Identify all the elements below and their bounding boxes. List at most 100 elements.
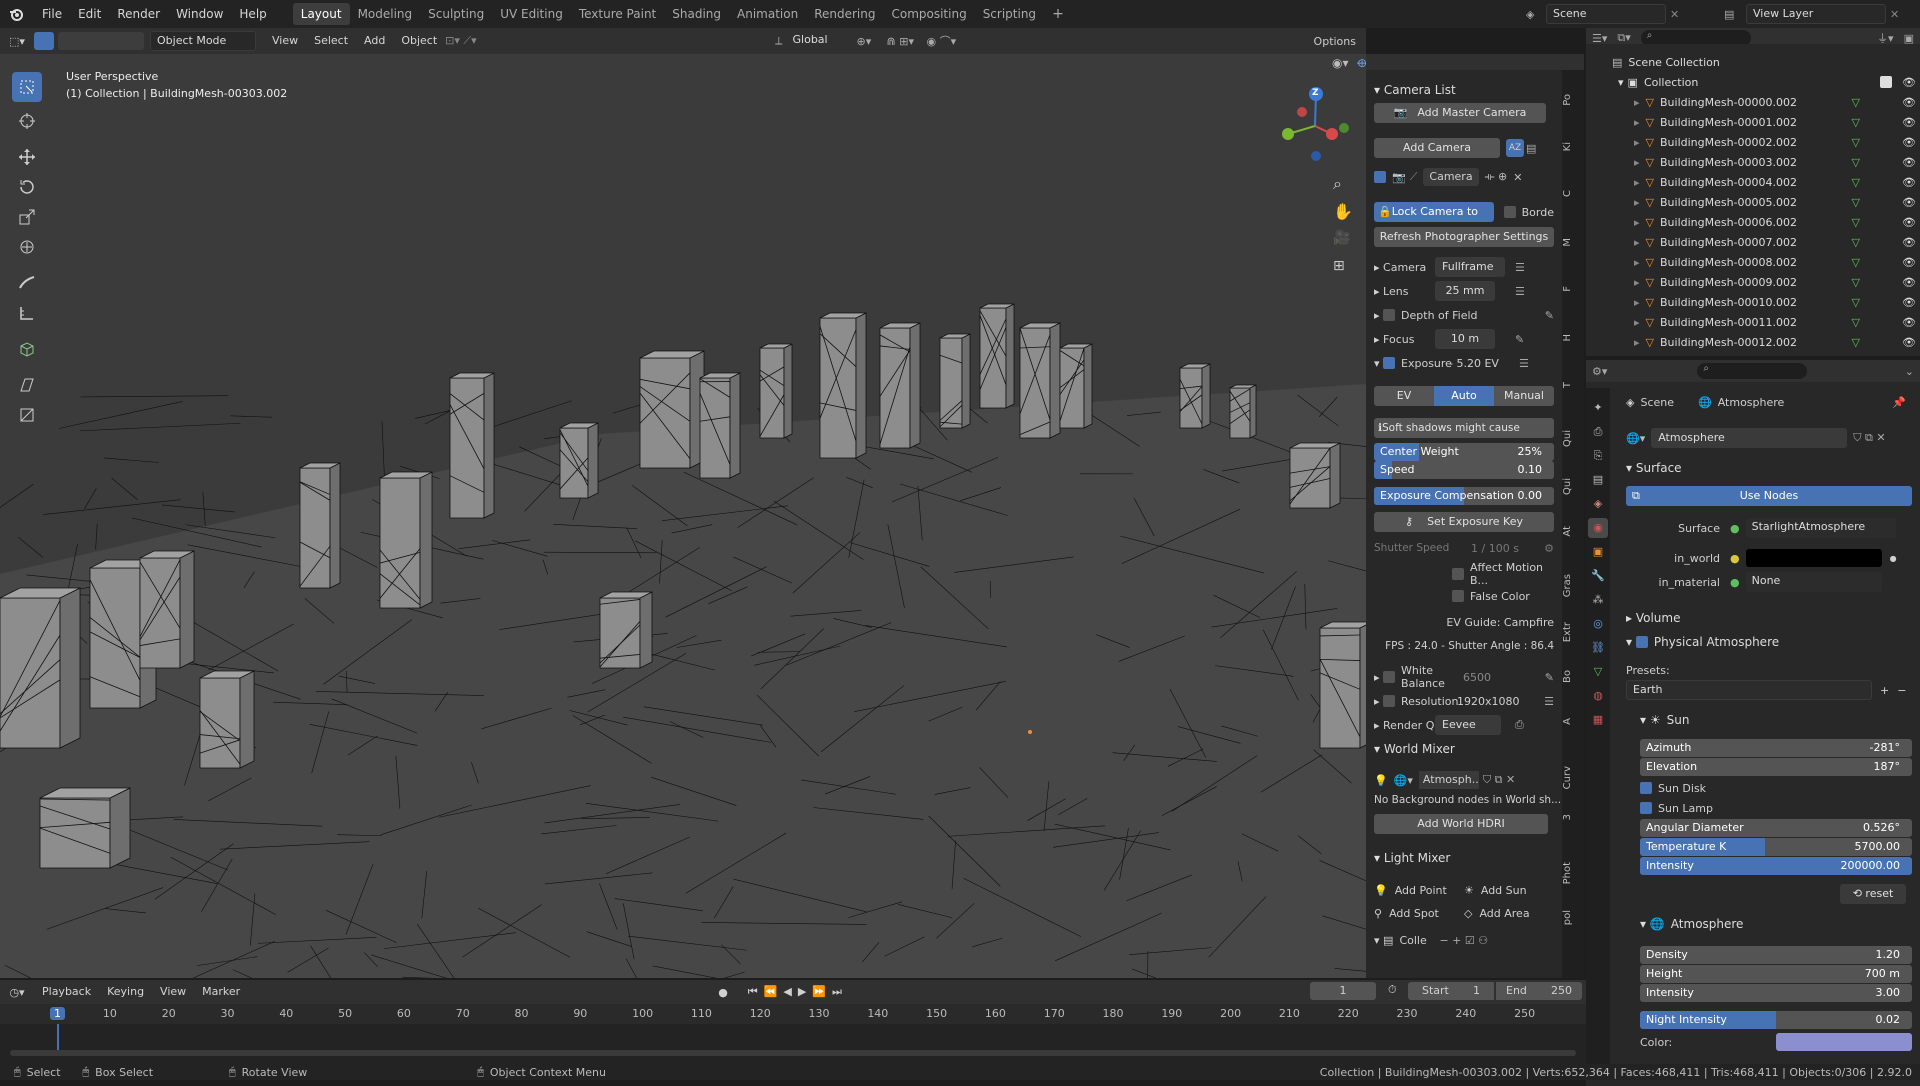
expand-icon[interactable]: ▸	[1634, 336, 1640, 349]
menu-file[interactable]: File	[34, 0, 70, 28]
close-icon[interactable]: ✕	[1670, 8, 1679, 21]
camera-lock-icon[interactable]: ⟋	[1410, 170, 1418, 184]
expand-icon[interactable]: ▸	[1634, 136, 1640, 149]
angular-diameter-field[interactable]: Angular Diameter0.526°	[1640, 819, 1912, 837]
sidebar-tab-15[interactable]: 3	[1562, 814, 1584, 820]
properties-tab-scene-icon[interactable]: ◈	[1588, 494, 1608, 514]
surface-shader-field[interactable]: StarlightAtmosphere	[1746, 518, 1896, 538]
menu-window[interactable]: Window	[168, 0, 231, 28]
expand-icon[interactable]: ▸	[1374, 333, 1383, 346]
add-master-camera-button[interactable]: 📷Add Master Camera	[1374, 103, 1546, 123]
view-layer-selector[interactable]: ▤ View Layer ✕	[1724, 3, 1914, 25]
in-material-field[interactable]: None	[1746, 572, 1882, 592]
expand-icon[interactable]: ▸	[1634, 256, 1640, 269]
physical-atmosphere-header[interactable]: Physical Atmosphere	[1654, 635, 1779, 649]
world-name-field[interactable]: Atmosph...	[1419, 771, 1479, 789]
properties-tab-constraints-icon[interactable]: ⛓	[1588, 638, 1608, 658]
azimuth-field[interactable]: Azimuth-281°	[1640, 739, 1912, 757]
center-weight-slider[interactable]: Center Weight25%	[1374, 443, 1554, 461]
3d-viewport[interactable]: User Perspective (1) Collection | Buildi…	[0, 54, 1366, 978]
expand-icon[interactable]: ▸	[1634, 216, 1640, 229]
atmosphere-intensity-field[interactable]: Intensity3.00	[1640, 984, 1912, 1002]
snap-icon[interactable]: ⋒ ⊞▾	[887, 35, 927, 48]
tab-layout[interactable]: Layout	[293, 3, 350, 25]
collapse-icon[interactable]: ▾	[1374, 742, 1384, 756]
properties-tab-particles-icon[interactable]: ⁂	[1588, 590, 1608, 610]
menu-view[interactable]: View	[264, 27, 306, 55]
viewport-options[interactable]: Options	[1304, 35, 1366, 48]
move-icon[interactable]	[12, 142, 42, 172]
render-engine-dropdown[interactable]: Eevee	[1435, 715, 1501, 735]
mesh-data-icon[interactable]: ▽	[1852, 196, 1860, 209]
outliner-item[interactable]: ▸▽BuildingMesh-00002.002▽👁	[1586, 132, 1920, 152]
eyedropper-icon[interactable]: ✎	[1545, 671, 1554, 684]
sun-disk-checkbox[interactable]	[1640, 782, 1652, 794]
properties-tab-output-icon[interactable]: ⎘	[1588, 446, 1608, 466]
white-balance-value[interactable]: 6500	[1463, 671, 1491, 684]
scale-icon[interactable]	[12, 202, 42, 232]
sidebar-tab-12[interactable]: Bo	[1562, 670, 1584, 683]
properties-tab-material-icon[interactable]: ◍	[1588, 686, 1608, 706]
properties-search-field[interactable]: ⌕	[1697, 363, 1807, 379]
select-mode-icons[interactable]	[58, 32, 144, 50]
menu-marker[interactable]: Marker	[194, 978, 248, 1006]
timeline-scrollbar[interactable]	[10, 1050, 1576, 1056]
display-mode-icon[interactable]: ⧉▾	[1617, 31, 1630, 45]
outliner-item[interactable]: ▸▽BuildingMesh-00011.002▽👁	[1586, 312, 1920, 332]
sidebar-tab-2[interactable]: C	[1562, 190, 1584, 197]
resolution-value[interactable]: 1920x1080	[1457, 695, 1520, 708]
sidebar-tab-7[interactable]: Qui	[1562, 430, 1584, 447]
sun-section-header[interactable]: Sun	[1667, 713, 1690, 727]
expand-icon[interactable]: ▸	[1634, 156, 1640, 169]
world-browse-icon[interactable]: 🌐▾	[1626, 432, 1645, 445]
resolution-checkbox[interactable]	[1383, 695, 1395, 707]
ev-mode-manual[interactable]: Manual	[1494, 386, 1554, 406]
select-tool-icon[interactable]	[34, 32, 54, 50]
add-cube-icon[interactable]	[12, 334, 42, 364]
mesh-data-icon[interactable]: ▽	[1852, 96, 1860, 109]
visibility-icon[interactable]: ◉▾	[1332, 56, 1349, 70]
mesh-data-icon[interactable]: ▽	[1852, 156, 1860, 169]
camera-list-header[interactable]: ▾ Camera List	[1374, 80, 1554, 100]
sidebar-tab-5[interactable]: H	[1562, 334, 1584, 342]
expand-icon[interactable]: ▸	[1374, 719, 1383, 732]
expand-icon[interactable]: ▸	[1634, 236, 1640, 249]
keyframe-dot-icon[interactable]: ●	[1890, 554, 1897, 563]
exposure-compensation-slider[interactable]: Exposure Compensation0.00	[1374, 487, 1554, 505]
tab-animation[interactable]: Animation	[729, 3, 806, 25]
breadcrumb-world[interactable]: Atmosphere	[1718, 396, 1785, 409]
preset-list-icon[interactable]: ☰	[1544, 695, 1554, 708]
collapse-icon[interactable]: ▾	[1374, 934, 1383, 947]
reset-button[interactable]: ⟲ reset	[1840, 884, 1906, 904]
sidebar-tab-9[interactable]: At	[1562, 526, 1584, 537]
properties-tab-physics-icon[interactable]: ◎	[1588, 614, 1608, 634]
properties-tab-view-layer-icon[interactable]: ▤	[1588, 470, 1608, 490]
light-mixer-header[interactable]: Light Mixer	[1384, 851, 1451, 865]
world-name-field[interactable]: Atmosphere	[1651, 428, 1847, 448]
list-icon[interactable]: ▤	[1526, 142, 1536, 155]
collapse-icon[interactable]: ▾	[1374, 357, 1383, 370]
visibility-eye-icon[interactable]: 👁	[1902, 256, 1916, 269]
sidebar-tab-10[interactable]: Gras	[1562, 574, 1584, 597]
add-preset-icon[interactable]: +	[1880, 684, 1889, 697]
density-field[interactable]: Density1.20	[1640, 946, 1912, 964]
menu-help[interactable]: Help	[231, 0, 274, 28]
properties-tab-render-icon[interactable]: ⎙	[1588, 422, 1608, 442]
preset-list-icon[interactable]: ☰	[1515, 285, 1525, 298]
tab-sculpting[interactable]: Sculpting	[420, 3, 492, 25]
collapse-icon[interactable]: ▾	[1626, 461, 1636, 475]
camera-target-icon[interactable]: ⟛ ⊕	[1485, 170, 1508, 184]
visibility-eye-icon[interactable]: 👁	[1902, 96, 1916, 109]
mode-dropdown[interactable]: Object Mode	[150, 31, 256, 51]
mesh-data-icon[interactable]: ▽	[1852, 256, 1860, 269]
expand-icon[interactable]: ▸	[1374, 695, 1383, 708]
tab-shading[interactable]: Shading	[664, 3, 729, 25]
menu-timeline-view[interactable]: View	[152, 978, 194, 1006]
outliner-item[interactable]: ▸▽BuildingMesh-00005.002▽👁	[1586, 192, 1920, 212]
shear-icon[interactable]	[12, 370, 42, 400]
tab-uv-editing[interactable]: UV Editing	[492, 3, 571, 25]
sensor-dropdown[interactable]: Fullframe	[1435, 257, 1505, 277]
camera-view-icon[interactable]: 🎥	[1333, 230, 1350, 246]
eyedropper-icon[interactable]: ✎	[1515, 333, 1524, 346]
lens-field[interactable]: 25 mm	[1435, 281, 1495, 301]
